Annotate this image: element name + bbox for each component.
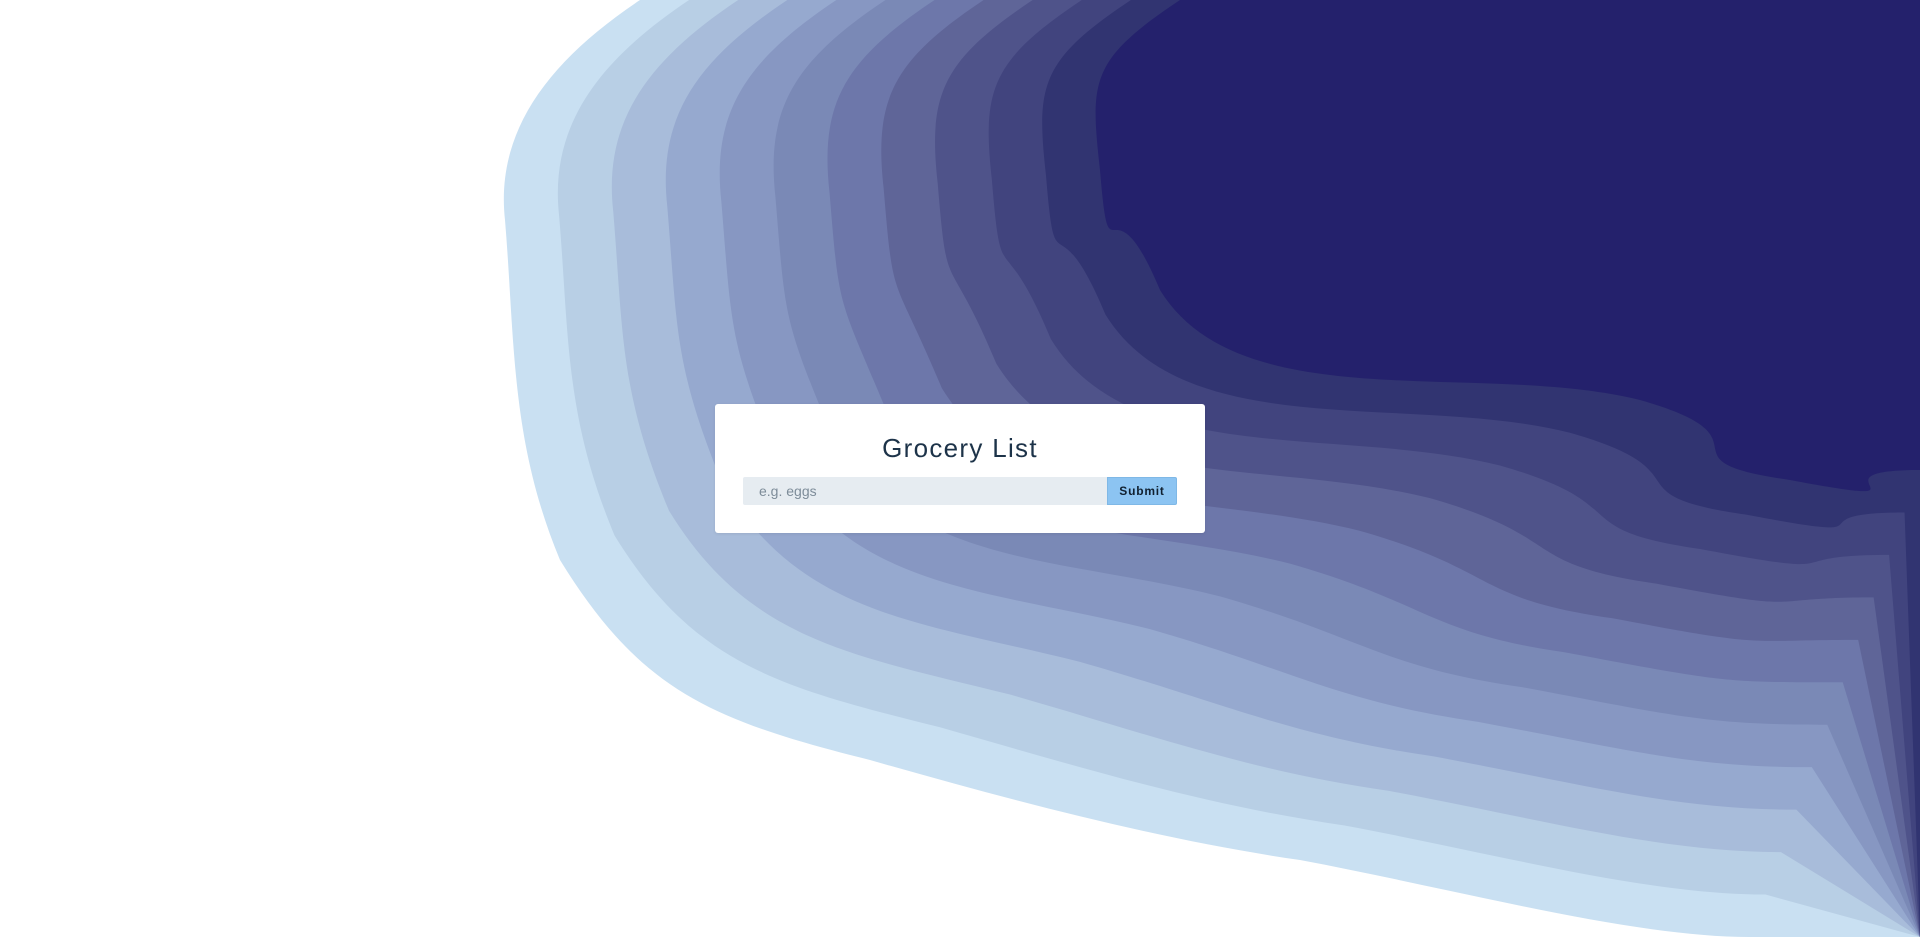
add-item-form: Submit bbox=[743, 477, 1177, 505]
grocery-card: Grocery List Submit bbox=[715, 404, 1205, 533]
page-title: Grocery List bbox=[882, 433, 1038, 463]
grocery-item-input[interactable] bbox=[743, 477, 1107, 505]
submit-button[interactable]: Submit bbox=[1107, 477, 1177, 505]
page: Grocery List Submit bbox=[0, 0, 1920, 937]
